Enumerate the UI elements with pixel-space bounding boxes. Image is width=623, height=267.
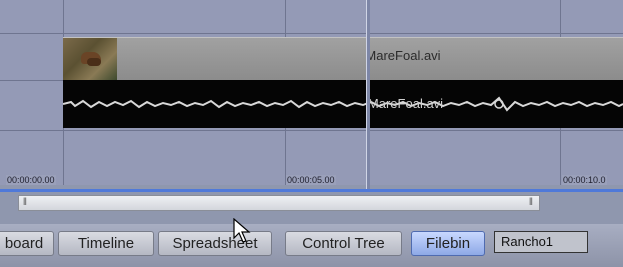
project-name-field[interactable]: Rancho1 (494, 231, 588, 253)
tab-timeline[interactable]: Timeline (58, 231, 154, 256)
timeline-area[interactable]: MareFoal.avi MareFoal.avi 00:00:00.00 00… (0, 0, 623, 185)
track-divider (0, 130, 623, 131)
scroll-cap (541, 195, 623, 211)
audio-clip-label: MareFoal.avi (367, 96, 444, 111)
audio-clip[interactable]: MareFoal.avi (63, 80, 623, 128)
timeline-range-bar (0, 189, 623, 192)
ruler-tick-label: 00:00:00.00 (6, 175, 56, 185)
tab-control-tree[interactable]: Control Tree (285, 231, 402, 256)
video-clip[interactable]: MareFoal.avi (63, 37, 623, 81)
track-divider (0, 33, 623, 34)
tab-spreadsheet[interactable]: Spreadsheet (158, 231, 272, 256)
ruler-tick-label: 00:00:10.0 (562, 175, 607, 185)
video-clip-label: MareFoal.avi (365, 48, 441, 63)
playhead[interactable] (366, 0, 370, 190)
time-ruler[interactable]: 00:00:00.00 00:00:05.00 00:00:10.0 (0, 175, 623, 185)
scroll-grip-icon[interactable]: ‖ (21, 197, 29, 209)
scroll-grip-icon[interactable]: ‖ (527, 197, 535, 209)
tab-storyboard[interactable]: board (0, 231, 54, 256)
timeline-scrollbar[interactable]: ‖ ‖ (18, 195, 540, 211)
ruler-tick-label: 00:00:05.00 (286, 175, 336, 185)
tab-filebin[interactable]: Filebin (411, 231, 485, 256)
